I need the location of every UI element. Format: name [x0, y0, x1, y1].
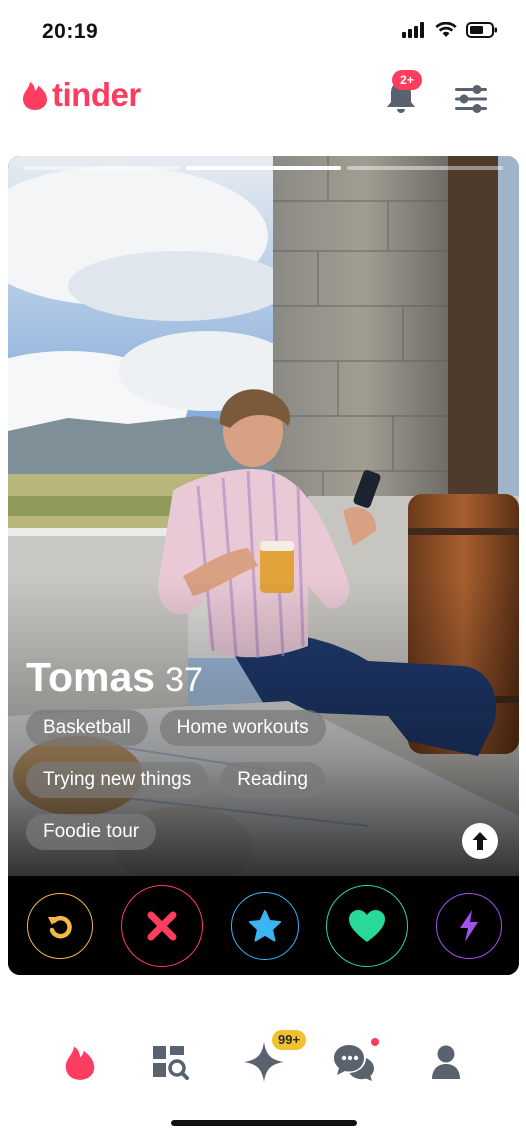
explore-icon	[153, 1046, 189, 1080]
logo-text: tinder	[52, 76, 141, 113]
app-screen: 20:19 tinder 2+ Tomas 37 Basketball Home…	[0, 0, 526, 1139]
nav-tab-explore[interactable]	[146, 1038, 194, 1086]
notification-badge: 2+	[392, 70, 422, 90]
battery-icon	[466, 22, 497, 38]
status-bar: 20:19	[0, 0, 526, 62]
profile-age: 37	[165, 661, 203, 699]
photo-progress-segment-active[interactable]	[185, 166, 342, 170]
home-indicator[interactable]	[171, 1120, 357, 1126]
interest-chip: Trying new things	[26, 762, 209, 798]
interest-chip: Basketball	[26, 710, 148, 746]
wifi-icon	[435, 22, 457, 37]
flame-icon	[65, 1046, 95, 1080]
nav-tab-profile[interactable]	[422, 1038, 470, 1086]
star-icon	[248, 909, 281, 941]
interest-chip: Home workouts	[159, 710, 326, 746]
close-icon	[147, 911, 177, 940]
lightning-icon	[460, 909, 478, 942]
interest-chip: Foodie tour	[26, 814, 157, 850]
flame-logo-icon	[23, 82, 47, 110]
interest-chip: Reading	[220, 762, 325, 798]
status-icons	[402, 22, 498, 38]
like-button[interactable]	[326, 884, 409, 967]
action-bar	[8, 876, 519, 975]
tinder-logo[interactable]: tinder	[22, 76, 141, 114]
unread-message-dot	[371, 1038, 379, 1046]
rewind-button[interactable]	[27, 892, 93, 959]
expand-profile-button[interactable]	[462, 823, 498, 859]
profile-icon	[432, 1045, 460, 1079]
super-like-button[interactable]	[230, 891, 299, 960]
photo-progress	[24, 166, 504, 170]
interest-chips: Basketball Home workouts Trying new thin…	[26, 710, 446, 850]
heart-icon	[349, 909, 386, 942]
filter-settings-icon[interactable]	[454, 84, 488, 114]
profile-name-row: Tomas 37	[26, 654, 203, 701]
nope-button[interactable]	[120, 884, 203, 967]
photo-progress-segment[interactable]	[24, 166, 180, 170]
top-header: tinder 2+	[0, 62, 526, 134]
status-time: 20:19	[42, 20, 99, 43]
photo-progress-segment[interactable]	[347, 166, 504, 170]
likes-count-badge: 99+	[272, 1030, 307, 1050]
profile-card[interactable]: Tomas 37 Basketball Home workouts Trying…	[8, 156, 519, 975]
profile-name: Tomas	[26, 654, 156, 700]
boost-button[interactable]	[436, 892, 502, 959]
bottom-nav: 99+	[0, 1020, 526, 1100]
chat-icon	[334, 1045, 374, 1081]
nav-tab-discover[interactable]	[56, 1038, 104, 1086]
cellular-signal-icon	[402, 22, 424, 38]
rewind-icon	[48, 915, 72, 938]
nav-tab-messages[interactable]	[330, 1038, 378, 1086]
arrow-up-icon	[472, 832, 488, 850]
